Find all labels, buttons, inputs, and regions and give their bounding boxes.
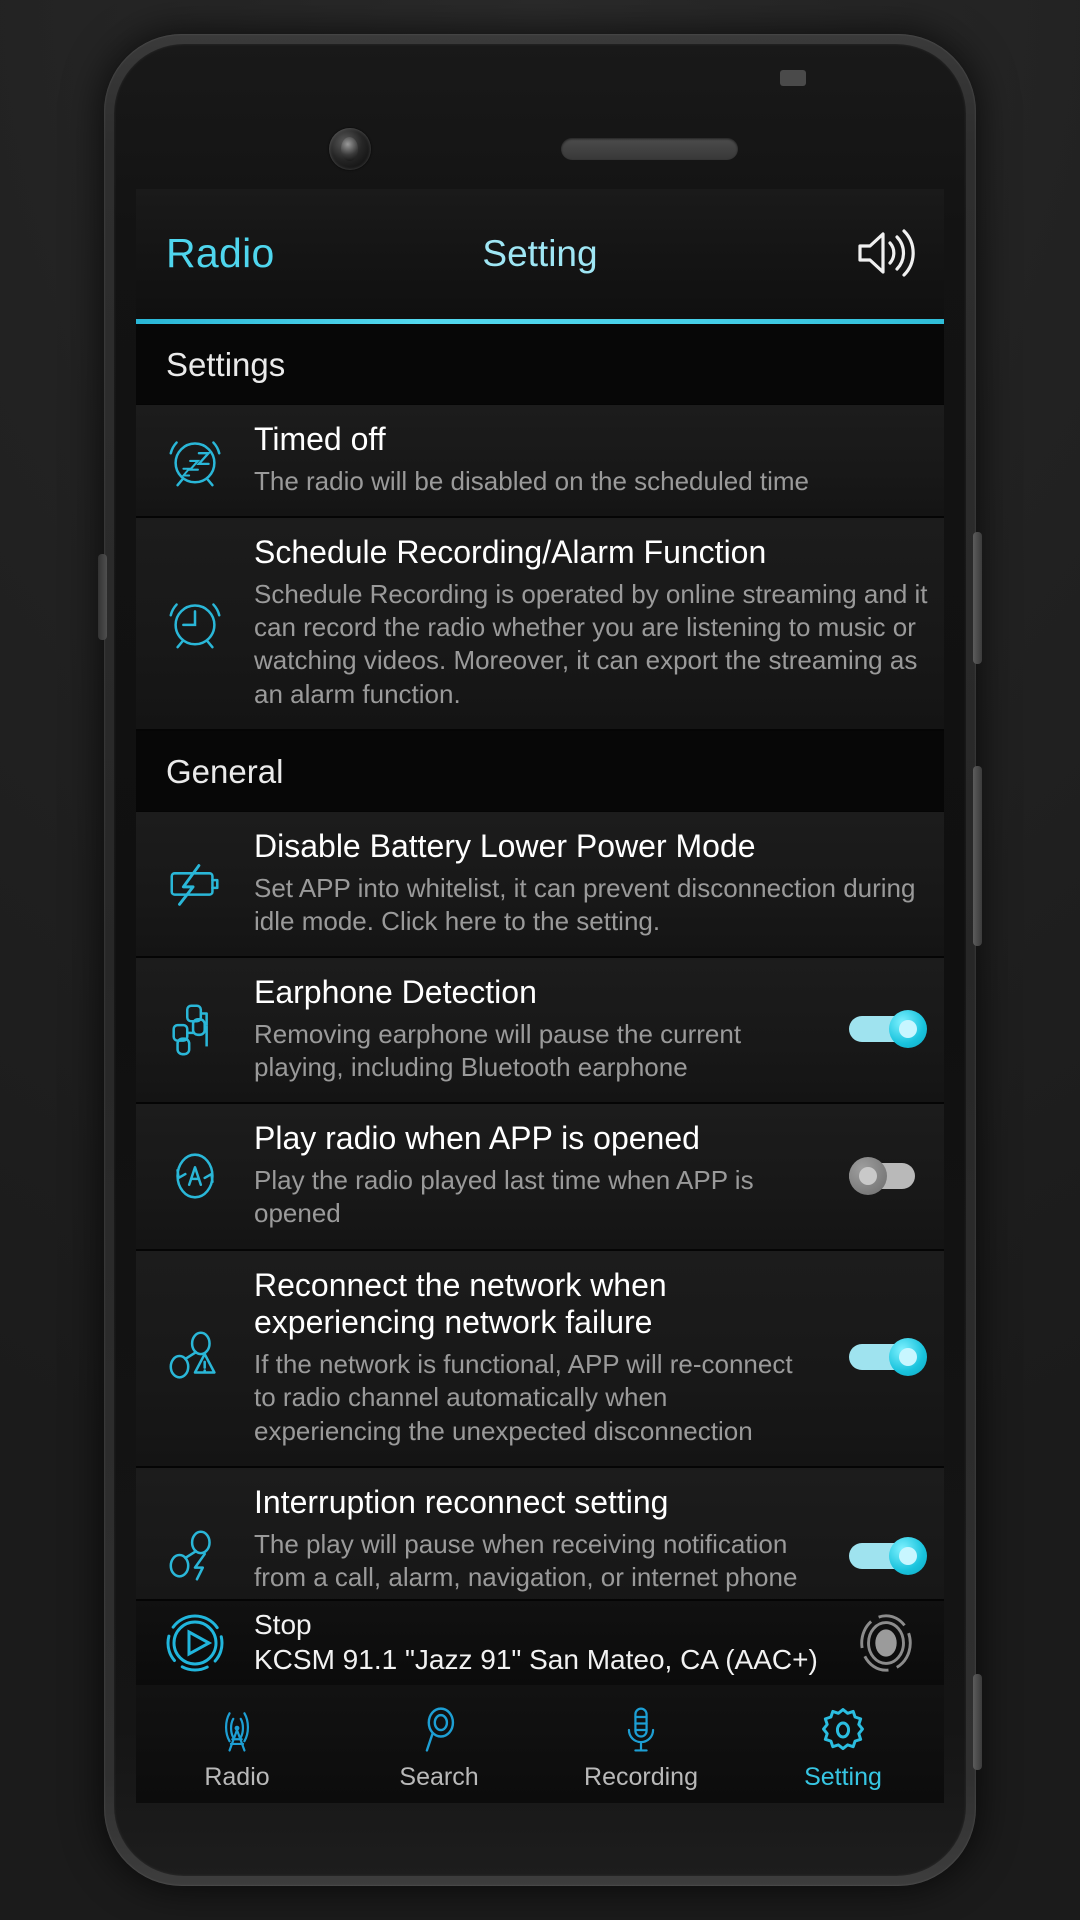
antenna-notch [780,70,806,86]
network-bolt-icon [136,1525,254,1587]
nav-item-search[interactable]: Search [338,1685,540,1803]
row-text: Timed off The radio will be disabled on … [254,421,944,498]
settings-row-battery-power-mode[interactable]: Disable Battery Lower Power Mode Set APP… [136,811,944,959]
gear-icon [817,1701,869,1759]
network-warning-icon [136,1326,254,1388]
autoplay-toggle[interactable] [832,1156,944,1195]
earphone-icon [136,998,254,1060]
auto-play-icon [136,1145,254,1207]
row-subtitle: The play will pause when receiving notif… [254,1528,798,1603]
volume-button[interactable] [973,532,982,664]
row-subtitle: Schedule Recording is operated by online… [254,578,928,709]
player-status: Stop [254,1609,312,1641]
section-header-general: General [136,730,944,812]
row-subtitle: The radio will be disabled on the schedu… [254,465,810,496]
settings-row-network-reconnect[interactable]: Reconnect the network when experiencing … [136,1250,944,1468]
row-subtitle: Play the radio played last time when APP… [254,1165,754,1229]
power-button[interactable] [973,766,982,946]
front-camera [329,128,371,170]
row-text: Reconnect the network when experiencing … [254,1267,832,1448]
row-title: Schedule Recording/Alarm Function [254,534,767,571]
row-title: Play radio when APP is opened [254,1120,700,1157]
bottom-navigation[interactable]: Radio Search Recording Setting [136,1685,944,1803]
play-circle-icon[interactable] [136,1608,254,1678]
battery-bolt-icon [136,852,254,914]
player-info: Stop KCSM 91.1 "Jazz 91" San Mateo, CA (… [254,1609,828,1677]
row-text: Disable Battery Lower Power Mode Set APP… [254,828,944,938]
earphone-detection-toggle[interactable] [832,1010,944,1049]
interruption-reconnect-toggle[interactable] [832,1536,944,1575]
settings-row-autoplay[interactable]: Play radio when APP is opened Play the r… [136,1104,944,1251]
mini-player-bar[interactable]: Stop KCSM 91.1 "Jazz 91" San Mateo, CA (… [136,1599,944,1685]
nav-label: Radio [204,1762,270,1791]
row-text: Interruption reconnect setting The play … [254,1484,832,1603]
magnifier-icon [413,1701,465,1759]
section-header-settings: Settings [136,324,944,405]
nav-item-radio[interactable]: Radio [136,1685,338,1803]
lower-side-button[interactable] [973,1674,982,1770]
nav-item-setting[interactable]: Setting [742,1685,944,1803]
record-button-icon[interactable] [828,1609,944,1677]
row-subtitle: If the network is functional, APP will r… [254,1349,793,1446]
row-title: Earphone Detection [254,974,537,1011]
row-title: Reconnect the network when experiencing … [254,1266,667,1341]
row-text: Schedule Recording/Alarm Function Schedu… [254,534,944,711]
row-title: Timed off [254,421,386,457]
antenna-tower-icon [211,1701,263,1759]
network-reconnect-toggle[interactable] [832,1338,944,1377]
microphone-icon [615,1701,667,1759]
alarm-sleep-icon [136,429,254,491]
player-station: KCSM 91.1 "Jazz 91" San Mateo, CA (AAC+) [254,1644,818,1676]
page-title: Setting [482,233,598,274]
settings-row-timed-off[interactable]: Timed off The radio will be disabled on … [136,405,944,519]
row-text: Play radio when APP is opened Play the r… [254,1120,832,1230]
nav-label: Recording [584,1762,698,1791]
alarm-clock-icon [136,591,254,653]
speaker-volume-icon[interactable] [854,223,918,283]
nav-label: Setting [804,1762,882,1791]
row-subtitle: Removing earphone will pause the current… [254,1018,742,1083]
settings-list[interactable]: Settings Timed off The radio will be dis… [136,324,944,1603]
left-side-button[interactable] [98,554,107,640]
nav-item-recording[interactable]: Recording [540,1685,742,1803]
earpiece-speaker [561,138,738,160]
settings-row-schedule-recording[interactable]: Schedule Recording/Alarm Function Schedu… [136,518,944,731]
settings-row-interruption-reconnect[interactable]: Interruption reconnect setting The play … [136,1467,944,1603]
row-title: Interruption reconnect setting [254,1483,669,1520]
settings-row-earphone-detection[interactable]: Earphone Detection Removing earphone wil… [136,958,944,1105]
nav-label: Search [399,1762,479,1791]
app-bar: Radio Setting [136,189,944,319]
row-title: Disable Battery Lower Power Mode [254,827,756,864]
row-text: Earphone Detection Removing earphone wil… [254,974,832,1084]
row-subtitle: Set APP into whitelist, it can prevent d… [254,872,916,936]
app-screen: Radio Setting Settings Timed off The rad… [136,189,944,1803]
